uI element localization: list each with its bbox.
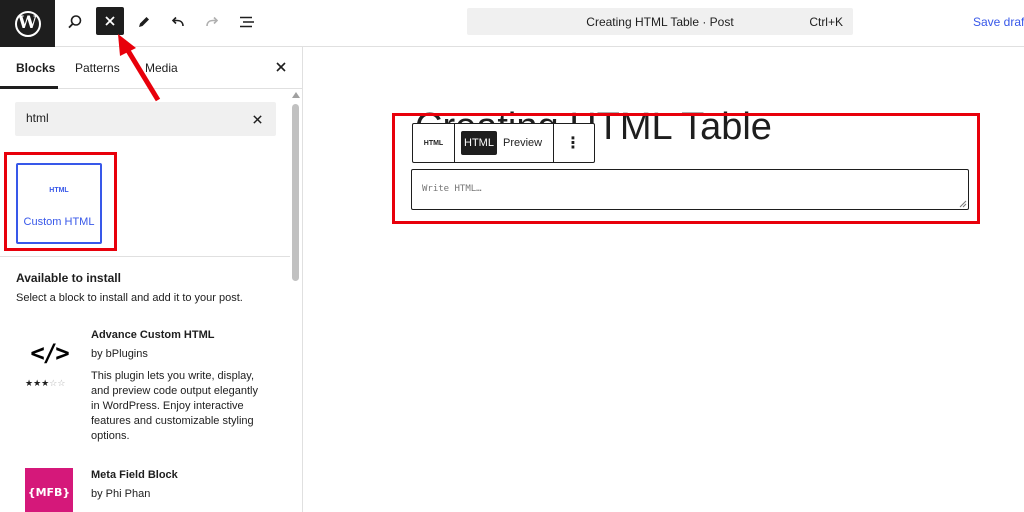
plugin-icon-text: </>: [30, 339, 69, 367]
star-icon: ★: [25, 378, 34, 388]
tab-blocks[interactable]: Blocks: [16, 61, 55, 75]
star-icon: ★: [33, 378, 42, 388]
available-to-install-heading: Available to install: [16, 271, 121, 285]
annotation-arrow-icon: [118, 34, 161, 102]
block-search: [15, 102, 276, 136]
plugin-description: This plugin lets you write, display, and…: [91, 369, 271, 444]
block-inserter-panel: Blocks Patterns Media HTML Custom HTML A…: [0, 47, 303, 512]
annotation-highlight-box: [392, 113, 980, 224]
redo-icon[interactable]: [198, 8, 226, 36]
wordpress-logo-icon: W: [14, 10, 41, 37]
list-view-icon[interactable]: [233, 8, 261, 36]
available-to-install-subtitle: Select a block to install and add it to …: [16, 292, 243, 304]
close-icon[interactable]: [272, 58, 290, 76]
save-draft-button[interactable]: Save draft: [973, 15, 1024, 29]
plugin-description-line: features and customizable styling: [91, 415, 254, 427]
mfb-icon[interactable]: {MFB}: [25, 468, 73, 512]
section-divider: [0, 256, 290, 257]
plugin-name[interactable]: Meta Field Block: [91, 469, 178, 481]
wordpress-logo-button[interactable]: W: [0, 0, 55, 47]
plugin-author: by bPlugins: [91, 348, 148, 360]
scroll-up-arrow-icon[interactable]: [292, 92, 300, 98]
star-empty-icon: ☆: [57, 378, 66, 388]
search-input[interactable]: [26, 111, 226, 125]
search-icon[interactable]: [61, 8, 89, 36]
plugin-description-line: options.: [91, 430, 130, 442]
plugin-author: by Phi Phan: [91, 488, 151, 500]
html-block-icon: HTML: [49, 187, 69, 194]
plugin-description-line: and preview code output elegantly: [91, 385, 258, 397]
clear-search-icon[interactable]: [248, 110, 266, 128]
plugin-description-line: This plugin lets you write, display,: [91, 370, 255, 382]
scrollbar-thumb[interactable]: [292, 104, 299, 281]
star-rating: ★★★☆☆: [25, 378, 65, 389]
document-title-bar[interactable]: Creating HTML Table · Post Ctrl+K: [467, 8, 853, 35]
code-brackets-icon[interactable]: </>: [25, 329, 73, 377]
custom-html-block-item[interactable]: HTML Custom HTML: [16, 163, 102, 244]
plugin-icon-text: {MFB}: [27, 485, 71, 499]
command-shortcut: Ctrl+K: [809, 15, 843, 29]
plugin-description-line: in WordPress. Enjoy interactive: [91, 400, 244, 412]
active-tab-indicator: [0, 86, 58, 89]
wordpress-logo-letter: W: [17, 13, 38, 33]
document-title: Creating HTML Table · Post: [586, 15, 734, 29]
plugin-name[interactable]: Advance Custom HTML: [91, 329, 214, 341]
block-item-label: Custom HTML: [23, 216, 95, 228]
